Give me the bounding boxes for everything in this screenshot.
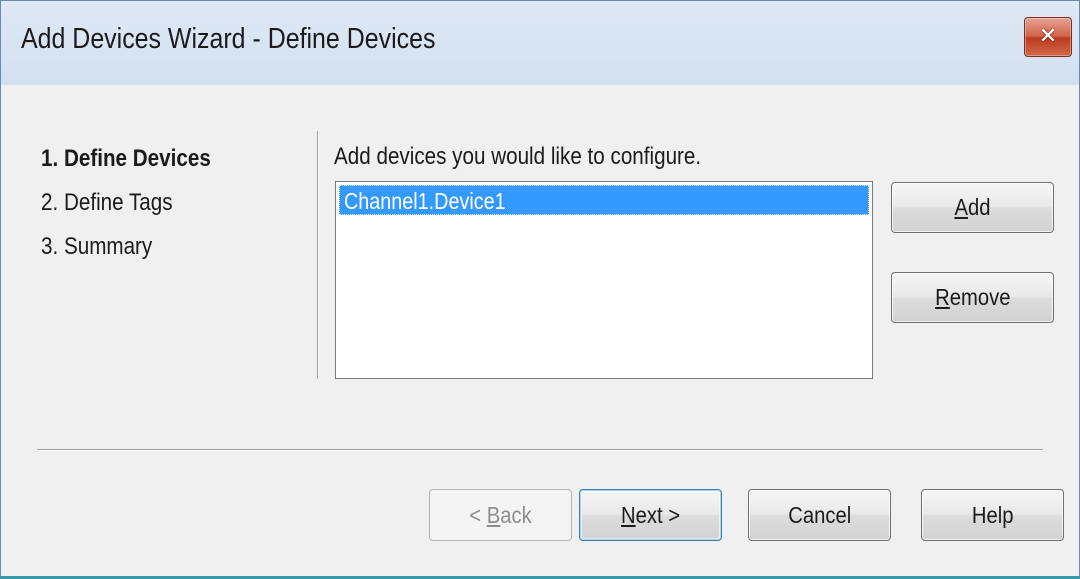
add-button[interactable]: Add xyxy=(891,182,1054,233)
back-button-label: < Back xyxy=(469,502,532,528)
cancel-button-label: Cancel xyxy=(787,502,852,528)
remove-button[interactable]: Remove xyxy=(891,272,1054,323)
step-define-devices: 1. Define Devices xyxy=(41,145,211,172)
devices-listbox[interactable]: Channel1.Device1 xyxy=(335,181,873,379)
wizard-window: Add Devices Wizard - Define Devices ✕ 1.… xyxy=(0,0,1080,579)
cancel-button[interactable]: Cancel xyxy=(748,489,891,541)
next-button-label: Next > xyxy=(620,502,681,528)
list-item-label: Channel1.Device1 xyxy=(344,188,506,214)
vertical-divider xyxy=(317,131,318,379)
window-title: Add Devices Wizard - Define Devices xyxy=(21,23,436,55)
title-bar[interactable]: Add Devices Wizard - Define Devices ✕ xyxy=(1,1,1079,85)
instruction-label: Add devices you would like to configure. xyxy=(334,143,702,170)
back-button[interactable]: < Back xyxy=(429,489,572,541)
help-button[interactable]: Help xyxy=(921,489,1064,541)
step-summary: 3. Summary xyxy=(41,233,153,260)
remove-button-label: Remove xyxy=(934,284,1011,310)
list-item-device[interactable]: Channel1.Device1 xyxy=(339,185,869,215)
next-button[interactable]: Next > xyxy=(579,489,722,541)
help-button-label: Help xyxy=(971,502,1014,528)
add-button-label: Add xyxy=(954,194,991,220)
step-define-tags: 2. Define Tags xyxy=(41,189,173,216)
close-icon: ✕ xyxy=(1038,23,1058,48)
close-button[interactable]: ✕ xyxy=(1024,17,1072,57)
horizontal-divider xyxy=(37,449,1043,450)
wizard-content: 1. Define Devices 2. Define Tags 3. Summ… xyxy=(1,85,1079,576)
